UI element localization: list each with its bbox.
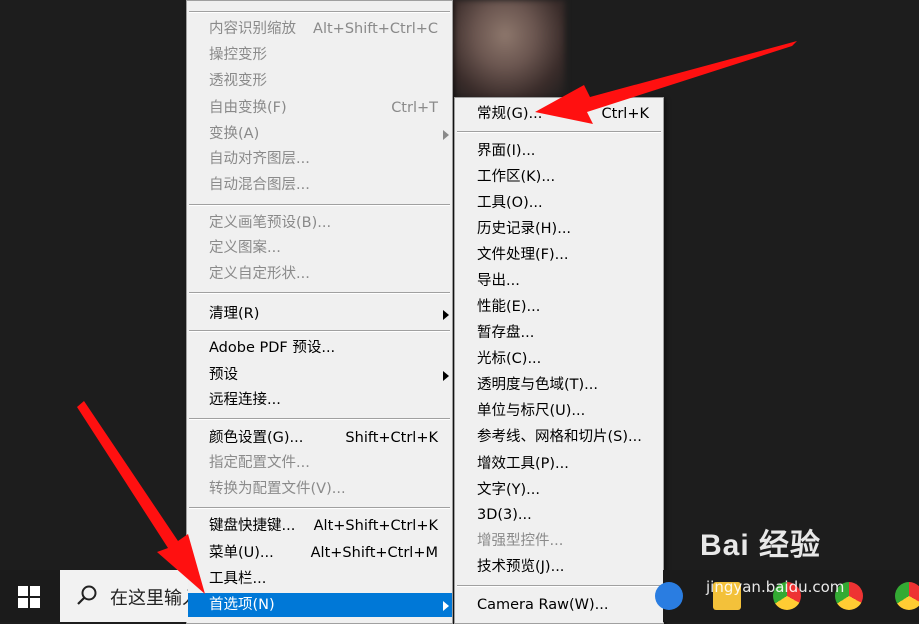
- submenu-arrow-icon: [443, 601, 449, 611]
- submenu-arrow-icon: [443, 310, 449, 320]
- menu-item-keyboard-shortcuts[interactable]: 键盘快捷键... Alt+Shift+Ctrl+K: [187, 514, 452, 538]
- submenu-item-performance[interactable]: 性能(E)...: [455, 295, 663, 319]
- taskbar-search-box[interactable]: 在这里输入: [60, 570, 188, 622]
- menu-item-toolbar[interactable]: 工具栏...: [187, 567, 452, 591]
- submenu-item-guides-grid-slices[interactable]: 参考线、网格和切片(S)...: [455, 425, 663, 449]
- submenu-item-transparency-gamut[interactable]: 透明度与色域(T)...: [455, 373, 663, 397]
- submenu-item-3d[interactable]: 3D(3)...: [455, 503, 663, 527]
- menu-separator: [189, 292, 450, 294]
- canvas-photo-thumbnail: [445, 0, 565, 100]
- menu-item-define-custom-shape[interactable]: 定义自定形状...: [187, 262, 452, 286]
- menu-item-perspective-warp[interactable]: 透视变形: [187, 69, 452, 93]
- menu-item-adobe-pdf-presets[interactable]: Adobe PDF 预设...: [187, 336, 452, 360]
- menu-item-auto-blend-layers[interactable]: 自动混合图层...: [187, 173, 452, 197]
- chrome-icon-3[interactable]: [895, 582, 919, 610]
- submenu-item-history-log[interactable]: 历史记录(H)...: [455, 217, 663, 241]
- submenu-item-units-rulers[interactable]: 单位与标尺(U)...: [455, 399, 663, 423]
- menu-item-remote-connections[interactable]: 远程连接...: [187, 388, 452, 412]
- submenu-item-enhanced-controls[interactable]: 增强型控件...: [455, 529, 663, 553]
- menu-separator: [189, 204, 450, 206]
- menu-separator: [189, 11, 450, 13]
- submenu-item-tools[interactable]: 工具(O)...: [455, 191, 663, 215]
- submenu-item-camera-raw[interactable]: Camera Raw(W)...: [455, 593, 663, 617]
- search-icon: [77, 585, 97, 605]
- menu-item-convert-to-profile[interactable]: 转换为配置文件(V)...: [187, 477, 452, 501]
- preferences-submenu: 常规(G)... Ctrl+K 界面(I)... 工作区(K)... 工具(O).…: [454, 97, 664, 624]
- baidu-jingyan-watermark: Bai 经验 jingyan.baidu.com: [700, 520, 844, 596]
- menu-separator: [457, 131, 661, 133]
- submenu-item-export[interactable]: 导出...: [455, 269, 663, 293]
- submenu-item-scratch-disks[interactable]: 暂存盘...: [455, 321, 663, 345]
- watermark-brand: Bai 经验: [700, 529, 822, 562]
- menu-item-free-transform[interactable]: 自由变换(F) Ctrl+T: [187, 96, 452, 120]
- submenu-item-plugins[interactable]: 增效工具(P)...: [455, 452, 663, 476]
- menu-item-auto-align-layers[interactable]: 自动对齐图层...: [187, 147, 452, 171]
- menu-item-preferences[interactable]: 首选项(N): [187, 593, 452, 617]
- search-placeholder: 在这里输入: [110, 588, 188, 609]
- windows-start-icon[interactable]: [18, 586, 40, 608]
- submenu-item-file-handling[interactable]: 文件处理(F)...: [455, 243, 663, 267]
- menu-item-define-pattern[interactable]: 定义图案...: [187, 236, 452, 260]
- menu-item-content-aware-scale[interactable]: 内容识别缩放 Alt+Shift+Ctrl+C: [187, 17, 452, 41]
- menu-separator: [457, 585, 661, 587]
- menu-item-puppet-warp[interactable]: 操控变形: [187, 43, 452, 67]
- edge-browser-icon[interactable]: [655, 582, 683, 610]
- submenu-arrow-icon: [443, 130, 449, 140]
- submenu-item-workspace[interactable]: 工作区(K)...: [455, 165, 663, 189]
- submenu-item-interface[interactable]: 界面(I)...: [455, 139, 663, 163]
- menu-item-presets[interactable]: 预设: [187, 363, 452, 387]
- menu-separator: [189, 330, 450, 332]
- submenu-item-general[interactable]: 常规(G)... Ctrl+K: [455, 102, 663, 126]
- menu-item-assign-profile[interactable]: 指定配置文件...: [187, 451, 452, 475]
- menu-item-transform[interactable]: 变换(A): [187, 122, 452, 146]
- submenu-item-technology-previews[interactable]: 技术预览(J)...: [455, 555, 663, 579]
- menu-item-define-brush-preset[interactable]: 定义画笔预设(B)...: [187, 211, 452, 235]
- menu-item-menus[interactable]: 菜单(U)... Alt+Shift+Ctrl+M: [187, 541, 452, 565]
- menu-item-color-settings[interactable]: 颜色设置(G)... Shift+Ctrl+K: [187, 426, 452, 450]
- menu-separator: [189, 418, 450, 420]
- menu-item-purge[interactable]: 清理(R): [187, 302, 452, 326]
- edit-menu: 内容识别缩放 Alt+Shift+Ctrl+C 操控变形 透视变形 自由变换(F)…: [186, 0, 453, 624]
- menu-separator: [189, 507, 450, 509]
- submenu-item-cursors[interactable]: 光标(C)...: [455, 347, 663, 371]
- submenu-item-type[interactable]: 文字(Y)...: [455, 478, 663, 502]
- watermark-url: jingyan.baidu.com: [706, 578, 845, 596]
- windows-taskbar: 在这里输入: [0, 570, 188, 622]
- submenu-arrow-icon: [443, 371, 449, 381]
